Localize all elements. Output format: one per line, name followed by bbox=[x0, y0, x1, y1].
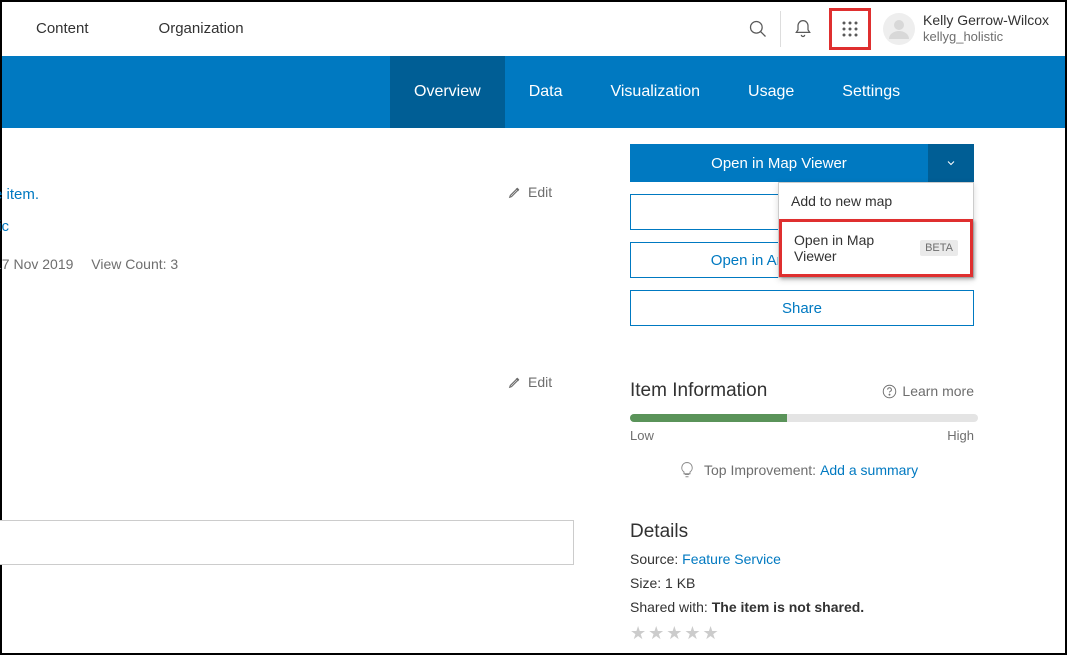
nav-organization[interactable]: Organization bbox=[141, 2, 262, 56]
description-fragment-2: tic bbox=[0, 218, 9, 235]
pencil-icon bbox=[508, 375, 522, 389]
open-map-viewer-dropdown-toggle[interactable] bbox=[928, 144, 974, 182]
share-button[interactable]: Share bbox=[630, 290, 974, 326]
item-meta: 17 Nov 2019 View Count: 3 bbox=[0, 256, 192, 272]
add-summary-link[interactable]: Add a summary bbox=[820, 462, 918, 478]
tab-data[interactable]: Data bbox=[505, 56, 587, 128]
item-info-title: Item Information bbox=[630, 380, 767, 402]
details-shared: Shared with: The item is not shared. bbox=[630, 599, 974, 615]
rating-stars[interactable]: ★★★★★ bbox=[630, 623, 974, 644]
edit-terms-button[interactable]: Edit bbox=[508, 374, 552, 390]
dropdown-open-beta[interactable]: Open in Map Viewer BETA bbox=[782, 222, 970, 274]
apps-launcher-highlight bbox=[829, 8, 871, 50]
source-label: Source: bbox=[630, 551, 678, 567]
beta-badge: BETA bbox=[920, 240, 958, 256]
map-viewer-dropdown: Add to new map Open in Map Viewer BETA bbox=[778, 182, 974, 278]
source-link[interactable]: Feature Service bbox=[682, 551, 781, 567]
help-icon bbox=[882, 384, 897, 399]
lightbulb-icon bbox=[678, 461, 696, 479]
pencil-icon bbox=[508, 185, 522, 199]
details-title: Details bbox=[630, 521, 974, 543]
tip-label: Top Improvement: bbox=[704, 462, 816, 478]
user-handle: kellyg_holistic bbox=[923, 29, 1049, 45]
progress-high-label: High bbox=[947, 428, 974, 443]
search-icon[interactable] bbox=[736, 2, 780, 56]
edit-label: Edit bbox=[528, 374, 552, 390]
avatar[interactable] bbox=[883, 13, 915, 45]
tab-overview[interactable]: Overview bbox=[390, 56, 505, 128]
chevron-down-icon bbox=[945, 157, 957, 169]
size-value: 1 KB bbox=[665, 575, 695, 591]
open-map-viewer-button[interactable]: Open in Map Viewer Add to new map Open i… bbox=[630, 144, 974, 182]
apps-grid-icon[interactable] bbox=[841, 20, 859, 38]
description-fragment: e item. bbox=[0, 186, 39, 203]
bell-icon[interactable] bbox=[781, 2, 825, 56]
details-size: Size: 1 KB bbox=[630, 575, 974, 591]
shared-value: The item is not shared. bbox=[712, 599, 864, 615]
edit-label: Edit bbox=[528, 184, 552, 200]
user-name: Kelly Gerrow-Wilcox bbox=[923, 12, 1049, 29]
tab-bar: Overview Data Visualization Usage Settin… bbox=[2, 56, 1065, 128]
item-date: 17 Nov 2019 bbox=[0, 256, 73, 272]
item-info-progress bbox=[630, 414, 978, 422]
details-source: Source: Feature Service bbox=[630, 551, 974, 567]
shared-label: Shared with: bbox=[630, 599, 708, 615]
content-box bbox=[0, 520, 574, 565]
tab-usage[interactable]: Usage bbox=[724, 56, 818, 128]
item-viewcount: View Count: 3 bbox=[91, 256, 178, 272]
dropdown-open-beta-label: Open in Map Viewer bbox=[794, 232, 914, 264]
progress-fill bbox=[630, 414, 787, 422]
learn-more-label: Learn more bbox=[902, 383, 974, 399]
learn-more-link[interactable]: Learn more bbox=[882, 383, 974, 399]
size-label: Size: bbox=[630, 575, 661, 591]
dropdown-add-new-map[interactable]: Add to new map bbox=[779, 183, 973, 219]
dropdown-highlight: Open in Map Viewer BETA bbox=[779, 219, 973, 277]
edit-description-button[interactable]: Edit bbox=[508, 184, 552, 200]
nav-content[interactable]: Content bbox=[18, 2, 107, 56]
tab-settings[interactable]: Settings bbox=[818, 56, 924, 128]
tab-visualization[interactable]: Visualization bbox=[586, 56, 724, 128]
user-block[interactable]: Kelly Gerrow-Wilcox kellyg_holistic bbox=[923, 12, 1049, 44]
open-map-viewer-label: Open in Map Viewer bbox=[630, 144, 928, 182]
progress-low-label: Low bbox=[630, 428, 654, 443]
